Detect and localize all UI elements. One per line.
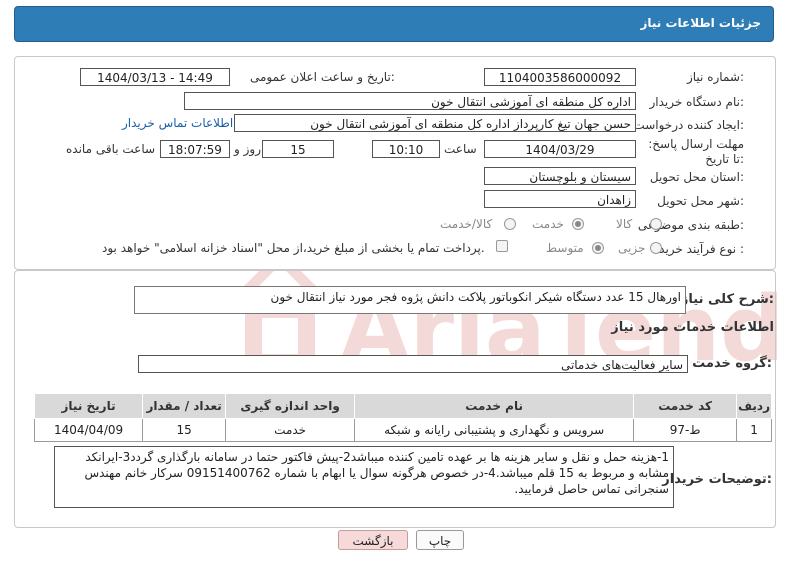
remaining-label: ساعت باقی مانده [66,142,156,156]
header-tab: جزئیات اطلاعات نیاز [14,6,774,42]
process-label: نوع فرآیند خرید : [659,242,744,256]
cell-name: سرویس و نگهداری و پشتیبانی رایانه و شبکه [354,418,635,442]
need-number-field: 1104003586000092 [484,68,636,86]
table-header-row: ردیف کد خدمت نام خدمت واحد اندازه گیری ت… [33,393,772,419]
col-row: ردیف [736,393,772,419]
radio-goods-service[interactable] [504,218,516,230]
table-row: 1 ط-97 سرویس و نگهداری و پشتیبانی رایانه… [33,418,772,442]
creator-label: ایجاد کننده درخواست: [633,118,744,132]
description-field: اورهال 15 عدد دستگاه شیکر انکوباتور پلاک… [134,286,686,314]
cell-row: 1 [736,418,772,442]
city-label: شهر محل تحویل: [657,194,744,208]
creator-field: حسن جهان تیغ کارپرداز اداره کل منطقه ای … [234,114,636,132]
col-qty: تعداد / مقدار [142,393,227,419]
service-group-label: گروه خدمت: [692,356,772,371]
header-bar: جزئیات اطلاعات نیاز [0,0,788,44]
deadline-date-field: 1404/03/29 [484,140,636,158]
radio-service-label: خدمت [532,217,564,231]
city-field: زاهدان [484,190,636,208]
radio-goods-service-label: کالا/خدمت [440,217,493,231]
province-field: سیستان و بلوچستان [484,167,636,185]
radio-medium-label: متوسط [546,241,584,255]
radio-medium[interactable] [592,242,604,254]
buyer-notes-label: توضیحات خریدار: [662,472,772,487]
buyer-contact-link[interactable]: اطلاعات تماس خریدار [122,116,233,130]
page-title: جزئیات اطلاعات نیاز [640,16,761,30]
radio-goods-label: کالا [616,217,633,231]
back-button[interactable]: بازگشت [338,530,408,550]
payment-note: پرداخت تمام یا بخشی از مبلغ خرید،از محل … [102,241,485,255]
col-name: نام خدمت [354,393,635,419]
print-button[interactable]: چاپ [416,530,464,550]
buyer-notes-field: 1-هزینه حمل و نقل و سایر هزینه ها بر عهد… [54,446,674,508]
province-label: استان محل تحویل: [649,170,744,184]
days-field: 15 [262,140,334,158]
cell-code: ط-97 [633,418,738,442]
deadline-label: مهلت ارسال پاسخ: تا تاریخ: [648,137,744,166]
col-unit: واحد اندازه گیری [225,393,356,419]
announce-field: 1404/03/13 - 14:49 [80,68,230,86]
treasury-checkbox[interactable] [496,240,508,252]
buyer-org-field: اداره کل منطقه ای آموزشی انتقال خون [184,92,636,110]
radio-goods[interactable] [650,218,662,230]
services-section-title: اطلاعات خدمات مورد نیاز [611,320,774,335]
cell-unit: خدمت [225,418,356,442]
day-label: روز و [234,142,261,156]
hour-label: ساعت [444,142,477,156]
need-number-label: شماره نیاز: [686,70,744,84]
radio-service[interactable] [572,218,584,230]
buyer-org-label: نام دستگاه خریدار: [649,95,745,109]
radio-partial[interactable] [650,242,662,254]
services-table: ردیف کد خدمت نام خدمت واحد اندازه گیری ت… [33,393,772,442]
service-group-field: سایر فعالیت‌های خدماتی [138,355,688,373]
col-date: تاریخ نیاز [33,393,144,419]
col-code: کد خدمت [633,393,738,419]
cell-qty: 15 [142,418,227,442]
deadline-time-field: 10:10 [372,140,440,158]
cell-date: 1404/04/09 [33,418,144,442]
remaining-time-field: 18:07:59 [160,140,230,158]
description-label: شرح کلی نیاز: [680,292,774,307]
radio-partial-label: جزیی [618,241,646,255]
announce-label: تاریخ و ساعت اعلان عمومی: [250,70,395,84]
